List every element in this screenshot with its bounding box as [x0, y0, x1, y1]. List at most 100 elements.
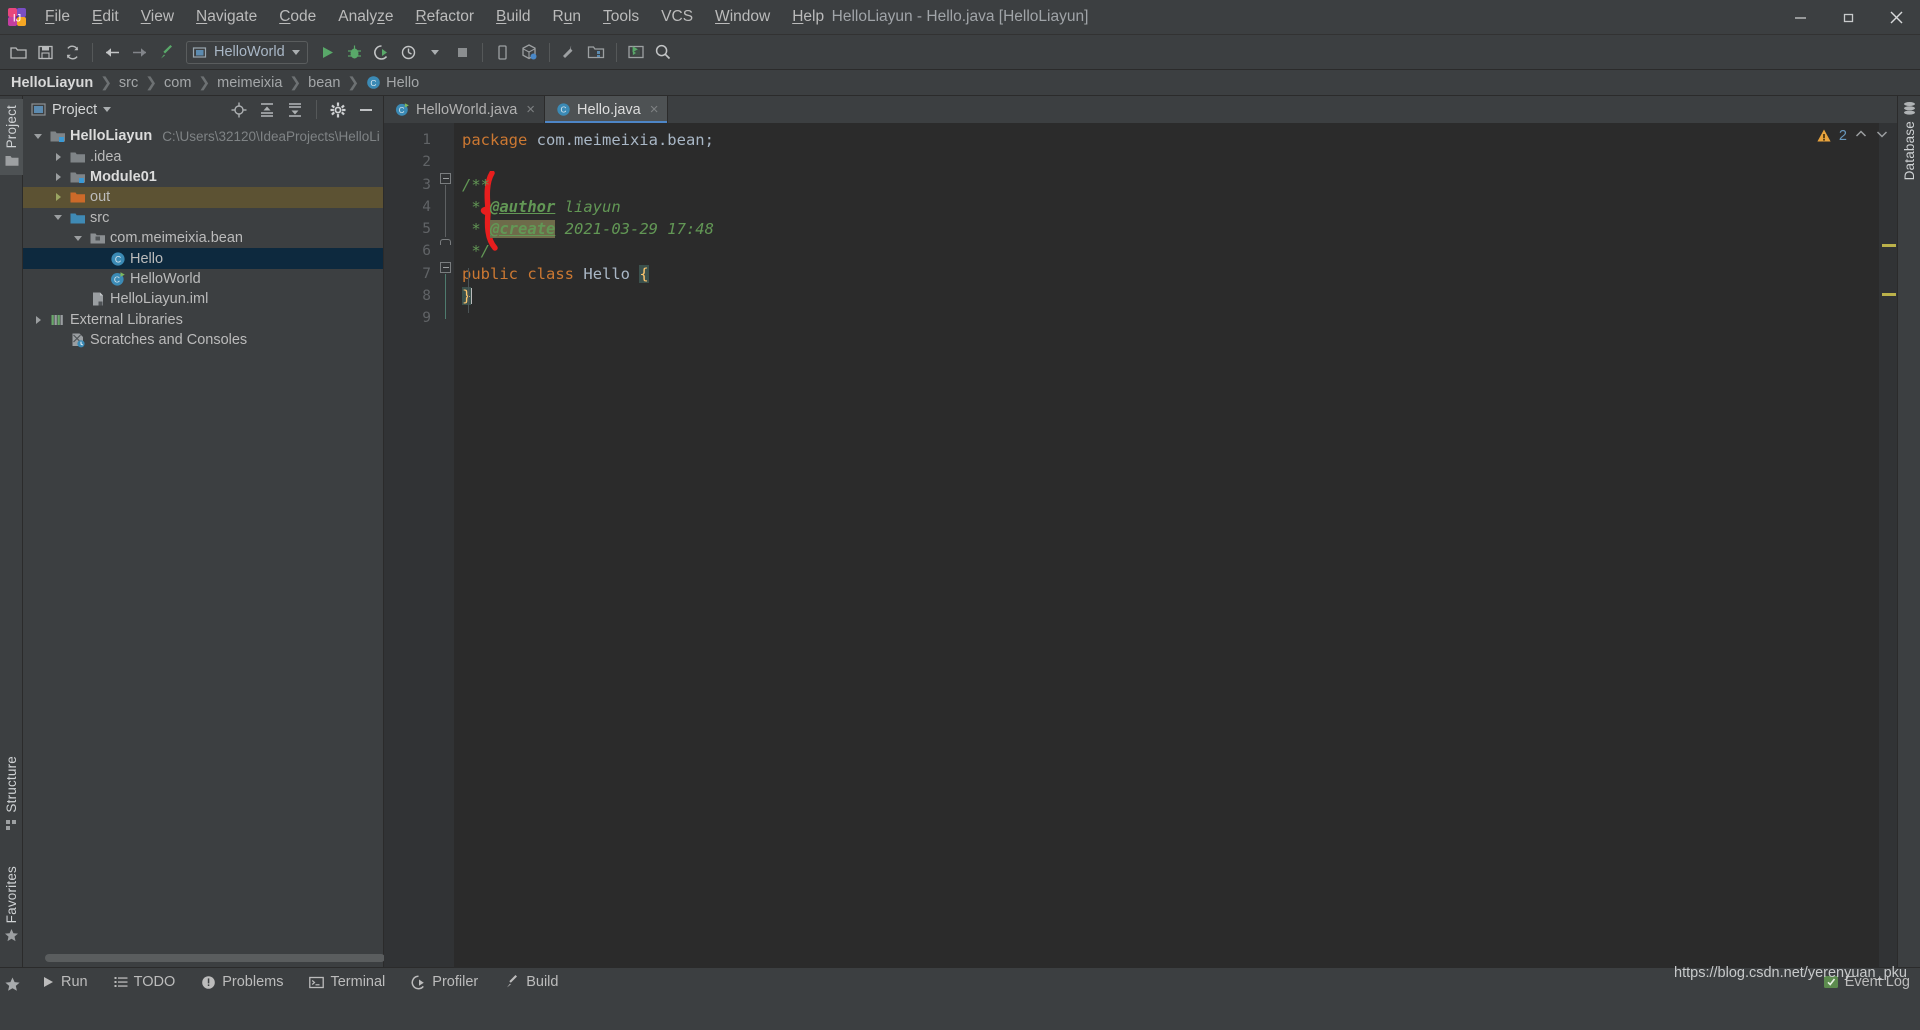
open-folder-icon[interactable] [5, 39, 32, 66]
fold-class-icon[interactable] [440, 262, 451, 273]
code-analysis-markers[interactable] [1879, 123, 1897, 967]
tab-close-icon[interactable]: × [650, 102, 659, 117]
tree-row-idea[interactable]: .idea [23, 146, 383, 166]
menu-item-vcs[interactable]: VCS [650, 5, 704, 29]
back-arrow-icon[interactable] [99, 39, 126, 66]
menu-item-view[interactable]: View [130, 5, 185, 29]
profile-icon[interactable] [395, 39, 422, 66]
tree-row-project-root[interactable]: HelloLiayun C:\Users\32120\IdeaProjects\… [23, 126, 383, 146]
status-item-run[interactable]: Run [28, 968, 101, 997]
hide-icon[interactable] [355, 99, 377, 121]
menu-item-run[interactable]: Run [542, 5, 592, 29]
settings-wrench-icon[interactable] [556, 39, 583, 66]
save-icon[interactable] [32, 39, 59, 66]
menu-item-edit[interactable]: Edit [81, 5, 130, 29]
warning-marker[interactable] [1882, 293, 1896, 296]
twisty-open-icon[interactable] [71, 235, 85, 241]
chevron-down-icon[interactable] [291, 49, 300, 55]
run-icon[interactable] [314, 39, 341, 66]
menu-item-analyze[interactable]: Analyze [327, 5, 404, 29]
debug-icon[interactable] [341, 39, 368, 66]
code-editor[interactable]: 1 2 3 4 5 6 7 8 9 package com.meimeixia.… [384, 123, 1897, 967]
tree-row-scratches[interactable]: Scratches and Consoles [23, 330, 383, 350]
menu-item-file[interactable]: File [34, 5, 81, 29]
sidebar-tab-favorites[interactable]: Favorites [0, 866, 23, 943]
profile-dropdown-icon[interactable] [422, 39, 449, 66]
minimize-icon[interactable] [1776, 0, 1824, 35]
menu-item-help[interactable]: Help [781, 5, 835, 29]
breadcrumb-item-class[interactable]: C Hello [366, 75, 419, 91]
project-structure-icon[interactable] [583, 39, 610, 66]
status-item-todo[interactable]: TODO [101, 968, 189, 997]
breadcrumb-item-project[interactable]: HelloLiayun [11, 75, 93, 91]
build-hammer-icon[interactable] [153, 39, 180, 66]
tree-row-hello[interactable]: C Hello [23, 248, 383, 269]
tab-close-icon[interactable]: × [526, 102, 535, 117]
twisty-closed-icon[interactable] [51, 152, 65, 161]
next-problem-icon[interactable] [1875, 127, 1889, 145]
warning-marker[interactable] [1882, 244, 1896, 247]
twisty-open-icon[interactable] [51, 215, 65, 221]
sync-icon[interactable] [59, 39, 86, 66]
sidebar-tab-structure[interactable]: Structure [0, 756, 23, 832]
search-icon[interactable] [650, 39, 677, 66]
maximize-icon[interactable] [1824, 0, 1872, 35]
run-configuration-selector[interactable]: HelloWorld [186, 40, 308, 64]
code-folding-gutter[interactable] [438, 123, 498, 967]
window-controls[interactable] [1776, 0, 1920, 35]
menu-item-build[interactable]: Build [485, 5, 541, 29]
twisty-closed-icon[interactable] [51, 172, 65, 181]
inspections-widget[interactable]: 2 [1816, 127, 1889, 145]
status-item-problems[interactable]: Problems [188, 968, 296, 997]
status-item-build[interactable]: Build [491, 968, 571, 997]
collapse-all-icon[interactable] [284, 99, 306, 121]
twisty-closed-icon[interactable] [31, 315, 45, 324]
code-text[interactable]: package com.meimeixia.bean; /** * @autho… [454, 123, 1879, 967]
fold-comment-end-icon[interactable] [440, 239, 451, 245]
terminal-icon[interactable] [623, 39, 650, 66]
sidebar-tab-project[interactable]: Project [0, 99, 23, 176]
menu-item-tools[interactable]: Tools [592, 5, 650, 29]
fold-comment-start-icon[interactable] [440, 173, 451, 184]
twisty-closed-icon[interactable] [51, 193, 65, 202]
editor-tabs[interactable]: C HelloWorld.java × C Hello.java × [384, 96, 1897, 123]
project-icon [31, 103, 46, 116]
close-icon[interactable] [1872, 0, 1920, 35]
menu-item-code[interactable]: Code [268, 5, 327, 29]
gear-icon[interactable] [327, 99, 349, 121]
tree-row-package[interactable]: com.meimeixia.bean [23, 228, 383, 248]
stop-icon[interactable] [449, 39, 476, 66]
scrollbar-thumb[interactable] [45, 954, 385, 962]
favorites-star-icon[interactable] [4, 976, 21, 993]
breadcrumb-item-meimeixia[interactable]: meimeixia [217, 75, 282, 91]
project-tree[interactable]: HelloLiayun C:\Users\32120\IdeaProjects\… [23, 123, 383, 954]
tree-row-helloworld[interactable]: C HelloWorld [23, 269, 383, 289]
avd-manager-icon[interactable] [516, 39, 543, 66]
breadcrumb-item-com[interactable]: com [164, 75, 191, 91]
tree-row-external-libraries[interactable]: External Libraries [23, 310, 383, 330]
expand-all-icon[interactable] [256, 99, 278, 121]
locate-icon[interactable] [228, 99, 250, 121]
menu-item-refactor[interactable]: Refactor [404, 5, 485, 29]
tree-row-iml[interactable]: HelloLiayun.iml [23, 289, 383, 309]
menu-item-window[interactable]: Window [704, 5, 781, 29]
tree-row-out[interactable]: out [23, 187, 383, 208]
tree-row-src[interactable]: src [23, 208, 383, 228]
status-item-terminal[interactable]: Terminal [296, 968, 398, 997]
chevron-down-icon[interactable] [103, 107, 112, 112]
status-item-profiler[interactable]: Profiler [398, 968, 491, 997]
breadcrumb-item-bean[interactable]: bean [308, 75, 340, 91]
tab-helloworld-java[interactable]: C HelloWorld.java × [384, 96, 546, 123]
sidebar-tab-database[interactable]: Database [1898, 101, 1920, 180]
run-coverage-icon[interactable] [368, 39, 395, 66]
twisty-open-icon[interactable] [31, 133, 45, 139]
forward-arrow-icon[interactable] [126, 39, 153, 66]
tree-row-module01[interactable]: Module01 [23, 167, 383, 187]
device-manager-icon[interactable] [489, 39, 516, 66]
main-menu[interactable]: File Edit View Navigate Code Analyze Ref… [34, 5, 835, 29]
menu-item-navigate[interactable]: Navigate [185, 5, 268, 29]
previous-problem-icon[interactable] [1854, 127, 1868, 145]
project-tree-hscrollbar[interactable] [23, 954, 385, 967]
breadcrumb-item-src[interactable]: src [119, 75, 138, 91]
tab-hello-java[interactable]: C Hello.java × [545, 96, 669, 123]
